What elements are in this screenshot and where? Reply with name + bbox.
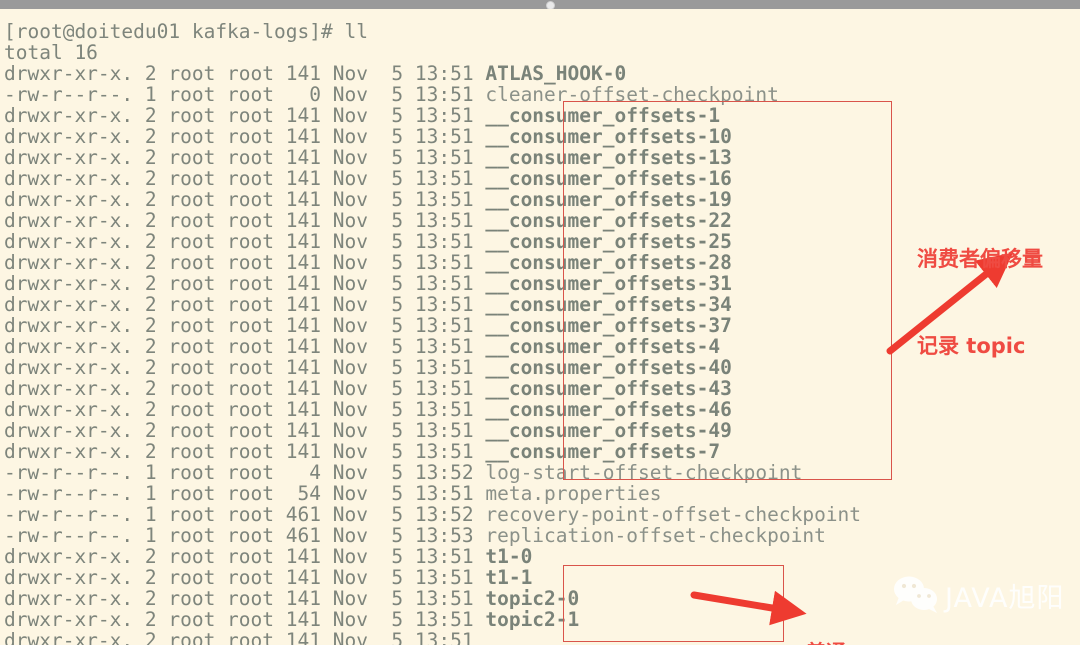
- prompt-line: [root@doitedu01 kafka-logs]# ll: [4, 21, 1076, 42]
- annotation-consumer-offsets-line2: 记录 topic: [917, 334, 1026, 358]
- file-row[interactable]: drwxr-xr-x. 2 root root 141 Nov 5 13:51 …: [4, 420, 1076, 441]
- file-row[interactable]: drwxr-xr-x. 2 root root 141 Nov 5 13:51 …: [4, 294, 1076, 315]
- total-text: total 16: [4, 41, 98, 64]
- prompt-text: [root@doitedu01 kafka-logs]# ll: [4, 20, 368, 43]
- file-row[interactable]: drwxr-xr-x. 2 root root 141 Nov 5 13:51 …: [4, 210, 1076, 231]
- file-row-name[interactable]: __consumer_offsets-25: [485, 230, 732, 253]
- file-row[interactable]: drwxr-xr-x. 2 root root 141 Nov 5 13:51 …: [4, 231, 1076, 252]
- file-row-metadata: drwxr-xr-x. 2 root root 141 Nov 5 13:51: [4, 209, 486, 232]
- file-row[interactable]: drwxr-xr-x. 2 root root 141 Nov 5 13:51 …: [4, 168, 1076, 189]
- terminal-screenshot: [root@doitedu01 kafka-logs]# ll total 16 d…: [0, 0, 1080, 645]
- file-row-name[interactable]: __consumer_offsets-13: [485, 146, 732, 169]
- file-row-name[interactable]: __consumer_offsets-1: [485, 104, 720, 127]
- file-row-metadata: drwxr-xr-x. 2 root root 141 Nov 5 13:51: [4, 188, 486, 211]
- file-row-name[interactable]: __consumer_offsets-37: [485, 314, 732, 337]
- file-row-metadata: drwxr-xr-x. 2 root root 141 Nov 5 13:51: [4, 566, 486, 589]
- file-row[interactable]: drwxr-xr-x. 2 root root 141 Nov 5 13:51 …: [4, 378, 1076, 399]
- file-row-metadata: drwxr-xr-x. 2 root root 141 Nov 5 13:51: [4, 356, 486, 379]
- file-row-name[interactable]: topic2-1: [485, 608, 579, 631]
- file-row[interactable]: -rw-r--r--. 1 root root 461 Nov 5 13:53 …: [4, 525, 1076, 546]
- file-row-name[interactable]: __consumer_offsets-43: [485, 377, 732, 400]
- file-row-name[interactable]: __consumer_offsets-19: [485, 188, 732, 211]
- file-row-name[interactable]: t1-0: [485, 545, 532, 568]
- file-row-name[interactable]: cleaner-offset-checkpoint: [485, 83, 779, 106]
- file-row[interactable]: drwxr-xr-x. 2 root root 141 Nov 5 13:51 …: [4, 252, 1076, 273]
- file-row-metadata: drwxr-xr-x. 2 root root 141 Nov 5 13:51: [4, 440, 486, 463]
- file-row[interactable]: drwxr-xr-x. 2 root root 141 Nov 5 13:51 …: [4, 357, 1076, 378]
- file-row-metadata: drwxr-xr-x. 2 root root 141 Nov 5 13:51: [4, 125, 486, 148]
- file-row-metadata: drwxr-xr-x. 2 root root 141 Nov 5 13:51: [4, 293, 486, 316]
- file-row-metadata: -rw-r--r--. 1 root root 461 Nov 5 13:52: [4, 503, 486, 526]
- file-row[interactable]: drwxr-xr-x. 2 root root 141 Nov 5 13:51 …: [4, 105, 1076, 126]
- terminal-output-area[interactable]: [root@doitedu01 kafka-logs]# ll total 16 d…: [0, 9, 1080, 645]
- annotation-topic-dirs-line1: 普通: [806, 638, 982, 645]
- file-row-name[interactable]: __consumer_offsets-16: [485, 167, 732, 190]
- annotation-consumer-offsets: 消费者偏移量 记录 topic: [917, 187, 1043, 419]
- file-row-name[interactable]: __consumer_offsets-22: [485, 209, 732, 232]
- file-row-metadata: drwxr-xr-x. 2 root root 141 Nov 5 13:51: [4, 146, 486, 169]
- file-row[interactable]: drwxr-xr-x. 2 root root 141 Nov 5 13:51 …: [4, 315, 1076, 336]
- file-row[interactable]: drwxr-xr-x. 2 root root 141 Nov 5 13:51 …: [4, 63, 1076, 84]
- file-row[interactable]: drwxr-xr-x. 2 root root 141 Nov 5 13:51 …: [4, 126, 1076, 147]
- watermark-label: JAVA旭阳: [945, 582, 1065, 614]
- file-row-metadata: -rw-r--r--. 1 root root 4 Nov 5 13:52: [4, 461, 486, 484]
- total-line: total 16: [4, 42, 1076, 63]
- file-row-metadata: drwxr-xr-x. 2 root root 141 Nov 5 13:51: [4, 314, 486, 337]
- file-row-name[interactable]: t1-1: [485, 566, 532, 589]
- file-row-metadata: -rw-r--r--. 1 root root 54 Nov 5 13:51: [4, 482, 486, 505]
- file-row-metadata: drwxr-xr-x. 2 root root 141 Nov 5 13:51: [4, 608, 486, 631]
- file-row-metadata: drwxr-xr-x. 2 root root 141 Nov 5 13:51: [4, 419, 486, 442]
- file-row[interactable]: drwxr-xr-x. 2 root root 141 Nov 5 13:51 …: [4, 273, 1076, 294]
- file-row-metadata: drwxr-xr-x. 2 root root 141 Nov 5 13:51: [4, 587, 486, 610]
- annotation-consumer-offsets-line1: 消费者偏移量: [917, 247, 1043, 271]
- file-row-name[interactable]: replication-offset-checkpoint: [485, 524, 825, 547]
- file-row-metadata: drwxr-xr-x. 2 root root 141 Nov 5 13:51: [4, 230, 486, 253]
- file-row-name[interactable]: __consumer_offsets-7: [485, 440, 720, 463]
- window-title-bar: [0, 0, 1080, 10]
- file-row[interactable]: drwxr-xr-x. 2 root root 141 Nov 5 13:51 …: [4, 147, 1076, 168]
- file-row-name[interactable]: ATLAS_HOOK-0: [485, 62, 626, 85]
- file-row-name[interactable]: __consumer_offsets-10: [485, 125, 732, 148]
- file-row-metadata: drwxr-xr-x. 2 root root 141 Nov 5 13:51: [4, 335, 486, 358]
- file-row-metadata: drwxr-xr-x. 2 root root 141 Nov 5 13:51: [4, 104, 486, 127]
- file-row-name[interactable]: __consumer_offsets-40: [485, 356, 732, 379]
- file-row[interactable]: drwxr-xr-x. 2 root root 141 Nov 5 13:51 …: [4, 189, 1076, 210]
- file-row-metadata: drwxr-xr-x. 2 root root 141 Nov 5 13:51: [4, 545, 486, 568]
- file-row[interactable]: drwxr-xr-x. 2 root root 141 Nov 5 13:51 …: [4, 336, 1076, 357]
- file-row[interactable]: drwxr-xr-x. 2 root root 141 Nov 5 13:51 …: [4, 399, 1076, 420]
- file-row-name[interactable]: __consumer_offsets-4: [485, 335, 720, 358]
- file-row-name[interactable]: topic2-0: [485, 587, 579, 610]
- file-row-metadata: drwxr-xr-x. 2 root root 141 Nov 5 13:51: [4, 62, 486, 85]
- file-row-metadata: drwxr-xr-x. 2 root root 141 Nov 5 13:51: [4, 272, 486, 295]
- file-row-name[interactable]: meta.properties: [485, 482, 661, 505]
- wechat-icon: [894, 576, 937, 613]
- file-row[interactable]: -rw-r--r--. 1 root root 54 Nov 5 13:51 m…: [4, 483, 1076, 504]
- file-row[interactable]: -rw-r--r--. 1 root root 4 Nov 5 13:52 lo…: [4, 462, 1076, 483]
- file-row[interactable]: drwxr-xr-x. 2 root root 141 Nov 5 13:51 …: [4, 441, 1076, 462]
- file-row-metadata: -rw-r--r--. 1 root root 461 Nov 5 13:53: [4, 524, 486, 547]
- watermark: JAVA旭阳: [893, 575, 1064, 615]
- file-row-name[interactable]: __consumer_offsets-34: [485, 293, 732, 316]
- file-row[interactable]: -rw-r--r--. 1 root root 0 Nov 5 13:51 cl…: [4, 84, 1076, 105]
- file-row-metadata: drwxr-xr-x. 2 root root 141 Nov 5 13:51: [4, 167, 486, 190]
- file-row-metadata: drwxr-xr-x. 2 root root 141 Nov 5 13:51: [4, 398, 486, 421]
- file-row[interactable]: -rw-r--r--. 1 root root 461 Nov 5 13:52 …: [4, 504, 1076, 525]
- file-row-name[interactable]: __consumer_offsets-28: [485, 251, 732, 274]
- file-row-name[interactable]: __consumer_offsets-49: [485, 419, 732, 442]
- file-row-metadata: -rw-r--r--. 1 root root 0 Nov 5 13:51: [4, 83, 486, 106]
- file-row-metadata: drwxr-xr-x. 2 root root 141 Nov 5 13:51: [4, 377, 486, 400]
- file-row-name[interactable]: recovery-point-offset-checkpoint: [485, 503, 861, 526]
- file-row-metadata: drwxr-xr-x. 2 root root 141 Nov 5 13:51: [4, 629, 486, 645]
- file-row-metadata: drwxr-xr-x. 2 root root 141 Nov 5 13:51: [4, 251, 486, 274]
- file-row-name[interactable]: __consumer_offsets-46: [485, 398, 732, 421]
- file-row[interactable]: drwxr-xr-x. 2 root root 141 Nov 5 13:51 …: [4, 546, 1076, 567]
- file-row-name[interactable]: log-start-offset-checkpoint: [485, 461, 802, 484]
- file-row-name[interactable]: __consumer_offsets-31: [485, 272, 732, 295]
